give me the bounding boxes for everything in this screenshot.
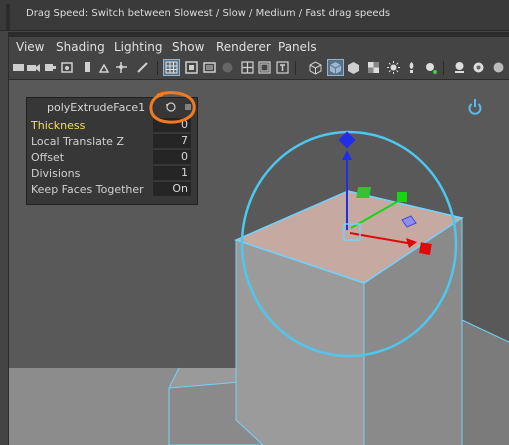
- resolution-gate-icon[interactable]: [202, 60, 217, 75]
- channel-label: Thickness: [31, 119, 86, 132]
- z-axis-handle: [338, 131, 356, 149]
- paint-select-icon[interactable]: [135, 60, 150, 75]
- z-axis-cone: [342, 150, 352, 160]
- node-title: polyExtrudeFace1: [47, 101, 146, 114]
- image-plane-icon[interactable]: [60, 60, 75, 75]
- channel-value[interactable]: 1: [153, 166, 191, 180]
- default-material-icon[interactable]: [346, 60, 361, 75]
- channel-value[interactable]: 0: [153, 150, 191, 164]
- menu-lighting[interactable]: Lighting: [114, 40, 163, 54]
- select-camera-icon[interactable]: [11, 60, 26, 75]
- toolbar-separator: [443, 61, 444, 75]
- channel-row-keep-faces-together[interactable]: Keep Faces Together On: [31, 182, 193, 197]
- panel-menubar: View Shading Lighting Show Renderer Pane…: [9, 37, 509, 57]
- panel-toolbar: [9, 57, 509, 79]
- channel-row-offset[interactable]: Offset 0: [31, 150, 193, 165]
- grid-icon[interactable]: [163, 59, 180, 76]
- film-gate-icon[interactable]: [184, 60, 199, 75]
- shadows-icon[interactable]: [404, 60, 419, 75]
- camera-lock-icon[interactable]: [467, 98, 483, 116]
- lower-box-left-face: [9, 368, 179, 445]
- snap-icon[interactable]: [114, 60, 129, 75]
- y-axis-handle: [397, 192, 407, 202]
- bookmarks-icon[interactable]: [43, 60, 58, 75]
- toolbar-separator: [295, 61, 296, 75]
- safe-title-icon[interactable]: [275, 60, 290, 75]
- depth-of-field-icon[interactable]: [491, 60, 506, 75]
- channel-row-divisions[interactable]: Divisions 1: [31, 166, 193, 181]
- safe-action-icon[interactable]: [257, 60, 272, 75]
- menu-renderer[interactable]: Renderer: [216, 40, 271, 54]
- smooth-shade-icon[interactable]: [327, 59, 344, 76]
- channel-label: Local Translate Z: [31, 135, 124, 148]
- motion-blur-icon[interactable]: [452, 60, 467, 75]
- toolbar-separator: [157, 61, 158, 75]
- help-line: Drag Speed: Switch between Slowest / Slo…: [0, 0, 509, 31]
- help-line-handle: [6, 4, 10, 30]
- channel-label: Offset: [31, 151, 65, 164]
- channel-value[interactable]: 7: [153, 134, 191, 148]
- menu-show[interactable]: Show: [172, 40, 204, 54]
- screen-space-ao-icon[interactable]: [423, 60, 438, 75]
- grid-toggle-icon[interactable]: [97, 60, 112, 75]
- viewport-3d[interactable]: polyExtrudeFace1 Thickness 0 Local Trans…: [9, 80, 509, 445]
- channel-label: Divisions: [31, 167, 81, 180]
- x-axis-handle: [419, 242, 432, 255]
- textured-icon[interactable]: [366, 60, 381, 75]
- menu-view[interactable]: View: [16, 40, 44, 54]
- use-all-lights-icon[interactable]: [386, 60, 401, 75]
- menu-shading[interactable]: Shading: [56, 40, 105, 54]
- bookmark-flag-icon[interactable]: [80, 60, 95, 75]
- xz-plane-handle: [356, 187, 372, 198]
- camera-attributes-icon[interactable]: [26, 60, 41, 75]
- multisample-icon[interactable]: [471, 60, 486, 75]
- help-line-text: Drag Speed: Switch between Slowest / Slo…: [26, 8, 391, 19]
- gate-mask-icon[interactable]: [220, 60, 235, 75]
- channel-label: Keep Faces Together: [31, 183, 144, 196]
- field-chart-icon[interactable]: [240, 60, 255, 75]
- channel-row-local-translate-z[interactable]: Local Translate Z 7: [31, 134, 193, 149]
- wireframe-icon[interactable]: [308, 60, 323, 75]
- menu-panels[interactable]: Panels: [278, 40, 317, 54]
- channel-value[interactable]: On: [153, 182, 191, 196]
- annotation-circle: [149, 91, 196, 124]
